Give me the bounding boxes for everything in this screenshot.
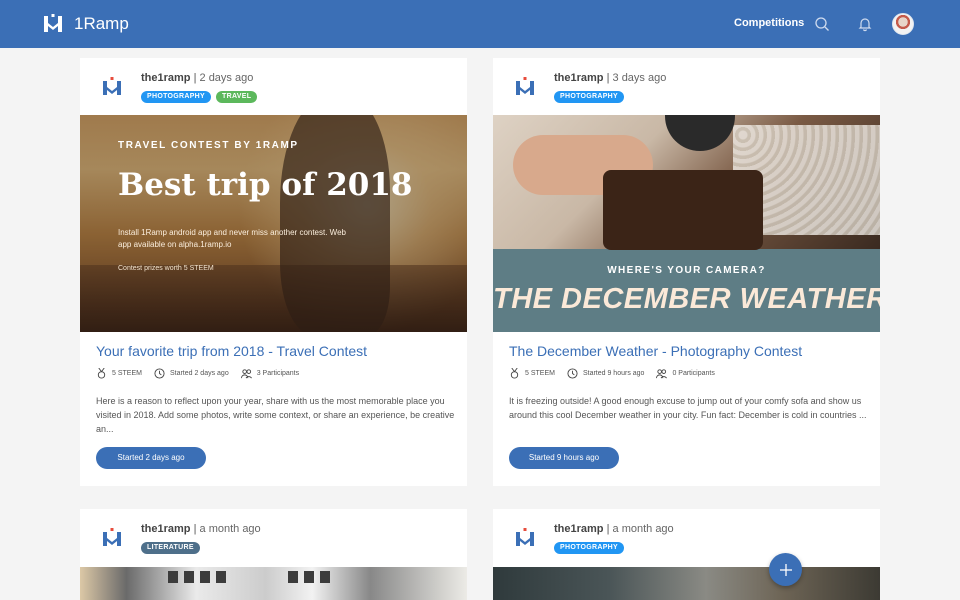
window-shape [288,571,298,583]
medal-icon [97,368,106,379]
window-shape [320,571,330,583]
tag-photography[interactable]: PHOTOGRAPHY [554,91,625,103]
contest-card[interactable]: the1ramp | 2 days ago PHOTOGRAPHY TRAVEL… [80,58,467,486]
card-author-line: the1ramp | a month ago [141,523,261,535]
contest-description: It is freezing outside! A good enough ex… [509,396,867,420]
plus-icon [779,563,792,576]
1ramp-logo-icon [103,528,121,546]
tag-photography[interactable]: PHOTOGRAPHY [141,91,212,103]
tag-literature[interactable]: LITERATURE [141,542,200,554]
banner-kicker: TRAVEL CONTEST BY 1RAMP [118,140,299,151]
window-shape [168,571,178,583]
prize-info: 5 STEEM [509,368,555,379]
prize-info: 5 STEEM [96,368,142,379]
contest-banner-image[interactable] [80,567,467,600]
contest-banner-image[interactable]: TRAVEL CONTEST BY 1RAMP Best trip of 201… [80,115,467,332]
tag-list: PHOTOGRAPHY [554,542,625,554]
1ramp-logo-icon [103,77,121,95]
post-time: 3 days ago [612,72,667,84]
1ramp-logo-icon[interactable] [44,14,62,34]
author-name[interactable]: the1ramp [554,72,604,84]
participants-info: 3 Participants [240,368,300,379]
window-shape [200,571,210,583]
clock-icon [567,368,578,379]
tag-travel[interactable]: TRAVEL [216,91,258,103]
author-name[interactable]: the1ramp [141,523,191,535]
tag-list: PHOTOGRAPHY TRAVEL [141,91,258,103]
contest-status-button[interactable]: Started 2 days ago [96,447,206,469]
search-icon[interactable] [814,16,830,32]
separator: | [606,72,610,84]
tag-photography[interactable]: PHOTOGRAPHY [554,542,625,554]
author-name[interactable]: the1ramp [554,523,604,535]
started-info: Started 2 days ago [154,368,229,379]
banner-small-text: Contest prizes worth 5 STEEM [118,265,214,272]
bell-icon[interactable] [857,16,873,32]
separator: | [606,523,610,535]
user-avatar[interactable] [892,13,914,35]
window-shape [216,571,226,583]
card-author-line: the1ramp | a month ago [554,523,674,535]
started-value: Started 2 days ago [169,370,229,377]
tag-list: LITERATURE [141,542,200,554]
contest-card[interactable]: the1ramp | a month ago PHOTOGRAPHY [493,509,880,600]
separator: | [193,72,197,84]
post-time: a month ago [612,523,674,535]
participants-info: 0 Participants [656,368,715,379]
contest-title-link[interactable]: The December Weather - Photography Conte… [509,343,802,359]
top-navbar: 1Ramp Competitions [0,0,960,48]
clock-icon [154,368,165,379]
window-shape [304,571,314,583]
medal-icon [510,368,519,379]
card-author-line: the1ramp | 3 days ago [554,72,666,84]
contest-banner-image[interactable] [493,567,880,600]
banner-body: Install 1Ramp android app and never miss… [118,228,346,249]
nav-competitions-link[interactable]: Competitions [734,17,804,29]
banner-title: Best trip of 2018 [118,167,413,203]
author-name[interactable]: the1ramp [141,72,191,84]
contest-meta: 5 STEEM Started 9 hours ago 0 Participan… [509,368,715,379]
contest-card[interactable]: the1ramp | 3 days ago PHOTOGRAPHY WHERE'… [493,58,880,486]
card-author-line: the1ramp | 2 days ago [141,72,253,84]
separator: | [193,523,197,535]
contest-title-link[interactable]: Your favorite trip from 2018 - Travel Co… [96,343,367,359]
app-name[interactable]: 1Ramp [74,14,129,34]
contest-description: Here is a reason to reflect upon your ye… [96,396,455,434]
contest-status-button[interactable]: Started 9 hours ago [509,447,619,469]
prize-value: 5 STEEM [112,370,142,377]
banner-kicker: WHERE'S YOUR CAMERA? [607,265,766,276]
started-value: Started 9 hours ago [582,370,645,377]
post-time: a month ago [199,523,261,535]
participants-value: 0 Participants [672,370,715,377]
prize-value: 5 STEEM [525,370,555,377]
1ramp-logo-icon [516,528,534,546]
participants-value: 3 Participants [256,370,300,377]
contest-card[interactable]: the1ramp | a month ago LITERATURE [80,509,467,600]
window-shape [184,571,194,583]
1ramp-logo-icon [516,77,534,95]
tag-list: PHOTOGRAPHY [554,91,625,103]
people-icon [240,369,252,379]
add-contest-button[interactable] [769,553,802,586]
post-time: 2 days ago [199,72,254,84]
camera-body [603,170,763,250]
contest-banner-image[interactable]: WHERE'S YOUR CAMERA? THE DECEMBER WEATHE… [493,115,880,332]
banner-title: THE DECEMBER WEATHER [493,283,880,315]
people-icon [656,369,668,379]
started-info: Started 9 hours ago [567,368,645,379]
contest-meta: 5 STEEM Started 2 days ago 3 Participant… [96,368,299,379]
